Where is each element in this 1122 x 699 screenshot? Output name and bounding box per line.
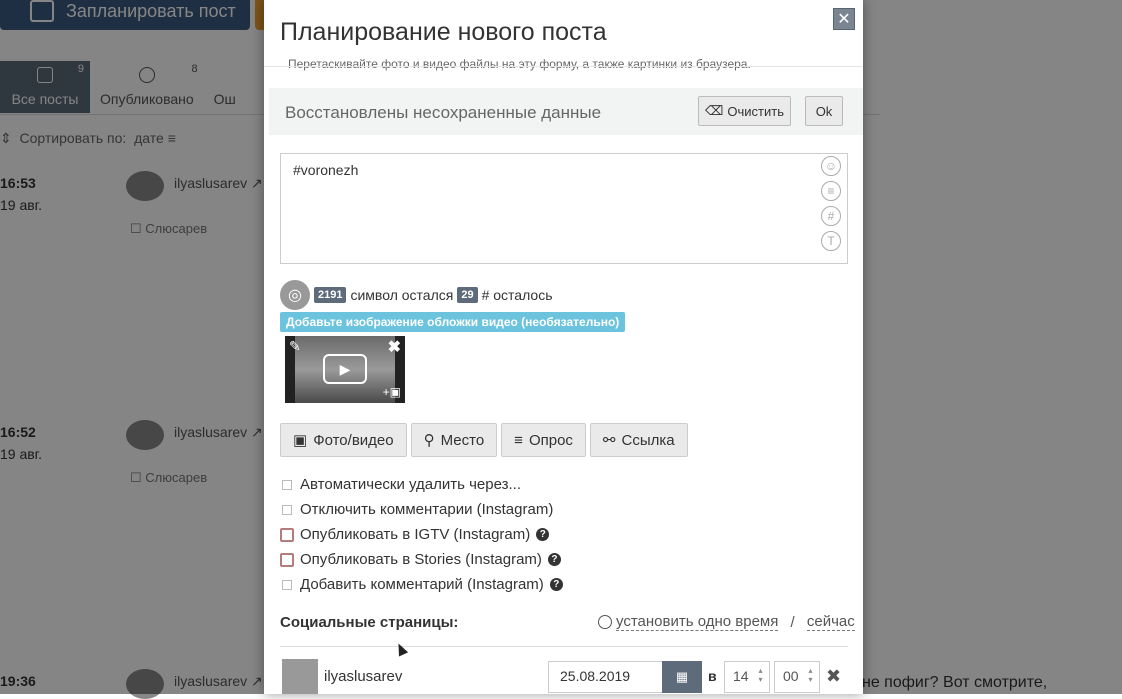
char-counter: 2191 <box>314 287 347 303</box>
option-disable-comments[interactable]: Отключить комментарии (Instagram) <box>280 497 563 522</box>
new-post-modal: Планирование нового поста ✕ Перетаскивай… <box>264 0 863 694</box>
image-icon: ▣ <box>293 432 308 449</box>
place-button[interactable]: ⚲ Место <box>410 423 498 457</box>
restore-text: Восстановлены несохраненные данные <box>285 103 602 122</box>
minute-select[interactable]: 00 <box>774 661 820 693</box>
ok-label: Ok <box>815 103 833 119</box>
account-row: ilyaslusarev 25.08.2019 ▦ в 14 00 ✖ <box>280 659 848 694</box>
editor-tools: ☺ ≡ # T <box>821 156 841 251</box>
clear-label: Очистить <box>727 103 784 119</box>
option-publish-igtv[interactable]: Опубликовать в IGTV (Instagram) ? <box>280 522 563 547</box>
divider <box>280 646 848 647</box>
separator: / <box>790 613 795 631</box>
hashtag-counter-label: # осталось <box>481 287 553 303</box>
close-icon: ✕ <box>837 11 851 28</box>
time-controls: установить одно время / сейчас <box>598 613 855 631</box>
poll-icon: ≡ <box>514 431 523 449</box>
photo-video-label: Фото/видео <box>313 431 394 449</box>
char-counter-label: символ остался <box>350 287 454 303</box>
remove-account-icon[interactable]: ✖ <box>826 666 841 687</box>
poll-label: Опрос <box>528 431 573 449</box>
clock-icon <box>598 615 612 629</box>
option-auto-delete[interactable]: Автоматически удалить через... <box>280 472 563 497</box>
close-button[interactable]: ✕ <box>833 8 855 30</box>
now-link[interactable]: сейчас <box>806 613 855 631</box>
checkbox[interactable] <box>280 552 294 567</box>
option-label: Опубликовать в Stories (Instagram) <box>300 551 542 568</box>
hashtag-icon[interactable]: # <box>821 206 841 226</box>
ok-button[interactable]: Ok <box>805 96 843 126</box>
link-button[interactable]: ⚯ Ссылка <box>589 423 688 457</box>
set-one-time-link[interactable]: установить одно время <box>616 613 779 631</box>
modal-subtitle: Перетаскивайте фото и видео файлы на эту… <box>288 57 751 71</box>
poll-button[interactable]: ≡ Опрос <box>501 423 586 457</box>
modal-title: Планирование нового поста <box>280 18 607 46</box>
eraser-icon: ⌫ <box>705 103 724 118</box>
option-label: Автоматически удалить через... <box>300 476 522 493</box>
clear-button[interactable]: ⌫ Очистить <box>698 96 791 126</box>
checkbox[interactable] <box>280 527 294 542</box>
instagram-icon: ◎ <box>280 280 310 310</box>
link-label: Ссылка <box>621 431 675 449</box>
add-cover-hint[interactable]: Добавьте изображение обложки видео (необ… <box>280 312 626 332</box>
checkbox[interactable] <box>282 504 292 515</box>
text-format-icon[interactable]: T <box>821 231 841 251</box>
video-thumbnail[interactable]: ▶ ✎ ✖ +▣ <box>285 336 405 403</box>
help-icon[interactable]: ? <box>536 528 550 541</box>
option-label: Опубликовать в IGTV (Instagram) <box>300 526 531 543</box>
calendar-button[interactable]: ▦ <box>662 661 702 693</box>
option-label: Отключить комментарии (Instagram) <box>300 501 554 518</box>
hour-select[interactable]: 14 <box>724 661 770 693</box>
avatar <box>282 659 318 694</box>
counters-row: ◎ 2191 символ остался 29 # осталось <box>280 280 553 310</box>
option-label: Добавить комментарий (Instagram) <box>300 576 544 593</box>
at-label: в <box>708 668 717 684</box>
checkbox[interactable] <box>282 579 292 590</box>
template-icon[interactable]: ≡ <box>821 181 841 201</box>
post-text-input[interactable]: #voronezh <box>280 153 848 264</box>
play-icon: ▶ <box>323 354 367 384</box>
option-add-comment[interactable]: Добавить комментарий (Instagram) ? <box>280 572 563 597</box>
place-label: Место <box>440 431 485 449</box>
option-publish-stories[interactable]: Опубликовать в Stories (Instagram) ? <box>280 547 563 572</box>
add-image-icon[interactable]: +▣ <box>383 385 401 399</box>
post-options: Автоматически удалить через... Отключить… <box>280 472 563 597</box>
calendar-icon: ▦ <box>675 669 689 684</box>
photo-video-button[interactable]: ▣ Фото/видео <box>280 423 407 457</box>
hashtag-counter: 29 <box>457 287 478 303</box>
help-icon[interactable]: ? <box>549 578 563 591</box>
emoji-icon[interactable]: ☺ <box>821 156 841 176</box>
link-icon: ⚯ <box>602 432 616 449</box>
date-input[interactable]: 25.08.2019 <box>548 661 663 693</box>
divider <box>264 66 863 67</box>
edit-pencil-icon[interactable]: ✎ <box>289 338 301 355</box>
remove-icon[interactable]: ✖ <box>388 337 401 357</box>
attachment-buttons: ▣ Фото/видео ⚲ Место ≡ Опрос ⚯ Ссылка <box>280 423 688 457</box>
social-pages-label: Социальные страницы: <box>280 614 459 631</box>
help-icon[interactable]: ? <box>547 553 561 566</box>
map-marker-icon: ⚲ <box>423 432 435 449</box>
post-text-value: #voronezh <box>293 162 359 178</box>
checkbox[interactable] <box>282 479 292 490</box>
account-name: ilyaslusarev <box>324 668 403 685</box>
